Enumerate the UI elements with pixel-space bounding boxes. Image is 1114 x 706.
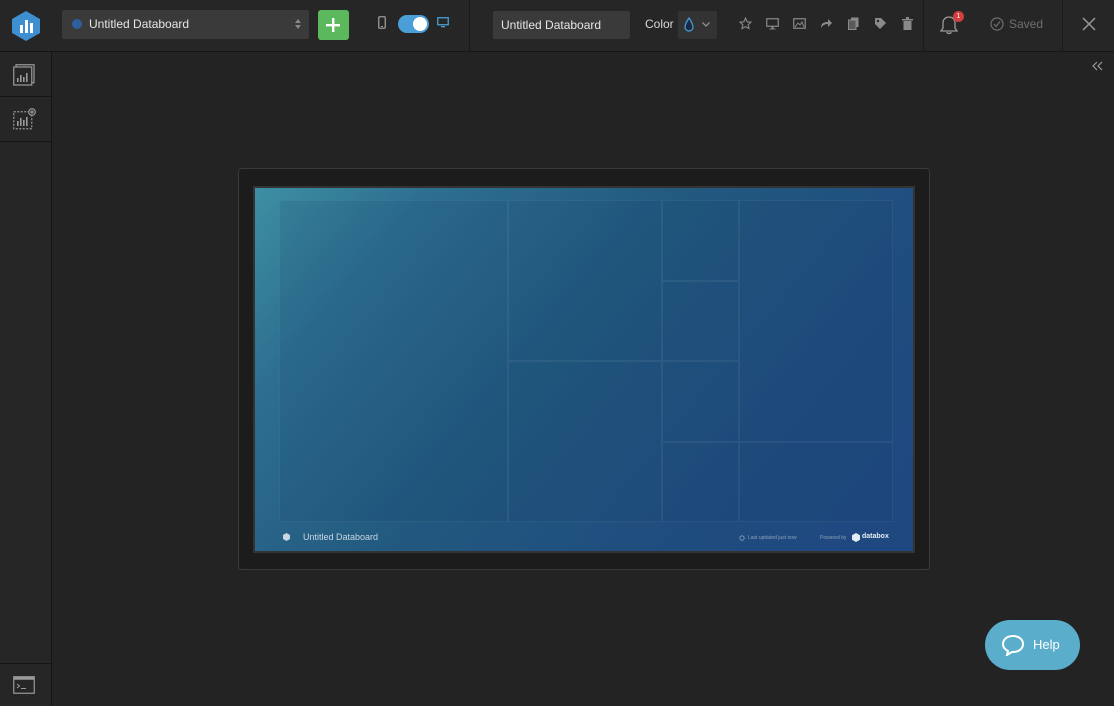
databoard-title-input[interactable] [493, 11, 630, 39]
water-drop-icon [684, 17, 694, 32]
preview-footer: Untitled Databoard Last updated just now… [255, 525, 913, 551]
image-icon[interactable] [793, 18, 806, 29]
color-label: Color [645, 17, 674, 31]
databoard-select[interactable]: Untitled Databoard [62, 10, 309, 39]
sidebar-item-console[interactable] [0, 663, 51, 706]
toolbar-divider [469, 0, 470, 52]
brand-name: databox [862, 533, 889, 540]
databoard-preview[interactable]: Untitled Databoard Last updated just now… [253, 186, 915, 553]
datablock-placeholder[interactable] [739, 200, 893, 442]
plus-icon [326, 18, 340, 32]
left-sidebar [0, 52, 52, 706]
datablock-placeholder[interactable] [662, 361, 739, 442]
chat-bubble-icon [1001, 634, 1025, 656]
device-toggle[interactable] [398, 15, 429, 33]
refresh-icon [739, 535, 745, 541]
datablock-placeholder[interactable] [279, 200, 508, 522]
databoard-color-dot [72, 19, 82, 29]
databox-mini-icon [283, 533, 290, 541]
datablock-placeholder[interactable] [662, 442, 739, 522]
powered-by-text: Powered by [820, 535, 847, 541]
last-updated-text: Last updated just now [748, 535, 797, 541]
datablock-grid [279, 200, 893, 522]
select-arrows-icon [295, 19, 301, 29]
terminal-icon [13, 676, 35, 694]
desktop-icon[interactable] [437, 17, 449, 28]
toolbar-divider [923, 0, 924, 52]
sidebar-item-add-datablock[interactable] [0, 97, 51, 142]
monitor-icon[interactable] [766, 18, 779, 30]
datablock-placeholder[interactable] [662, 281, 739, 361]
add-datablock-button[interactable] [318, 10, 349, 40]
notification-badge: 1 [953, 11, 964, 22]
color-picker[interactable] [678, 11, 717, 39]
top-toolbar: Untitled Databoard Color [0, 0, 1114, 52]
trash-icon[interactable] [902, 17, 913, 30]
chevron-down-icon [702, 22, 710, 27]
mobile-icon[interactable] [378, 16, 386, 29]
star-icon[interactable] [739, 17, 752, 30]
close-icon[interactable] [1082, 17, 1096, 31]
copy-icon[interactable] [848, 17, 859, 30]
tv-preview-frame: Untitled Databoard Last updated just now… [238, 168, 930, 570]
check-circle-icon [990, 17, 1004, 31]
toolbar-divider [1062, 0, 1063, 52]
datablock-placeholder[interactable] [508, 361, 662, 522]
datablock-placeholder[interactable] [508, 200, 662, 361]
databoard-select-label: Untitled Databoard [89, 17, 190, 31]
toggle-knob [413, 17, 427, 31]
sidebar-item-databoards[interactable] [0, 52, 51, 97]
datablock-placeholder[interactable] [662, 200, 739, 281]
tag-icon[interactable] [874, 17, 887, 30]
preview-title: Untitled Databoard [303, 532, 379, 542]
databox-brand-icon [852, 533, 860, 542]
datablock-placeholder[interactable] [739, 442, 893, 522]
saved-label: Saved [1009, 17, 1044, 31]
share-icon[interactable] [820, 18, 833, 29]
add-chart-icon [13, 108, 36, 130]
databoard-gallery-icon [13, 64, 35, 86]
databox-logo-icon[interactable] [11, 10, 41, 42]
help-button[interactable]: Help [985, 620, 1080, 670]
help-label: Help [1033, 637, 1060, 652]
double-chevron-left-icon[interactable] [1092, 61, 1104, 71]
